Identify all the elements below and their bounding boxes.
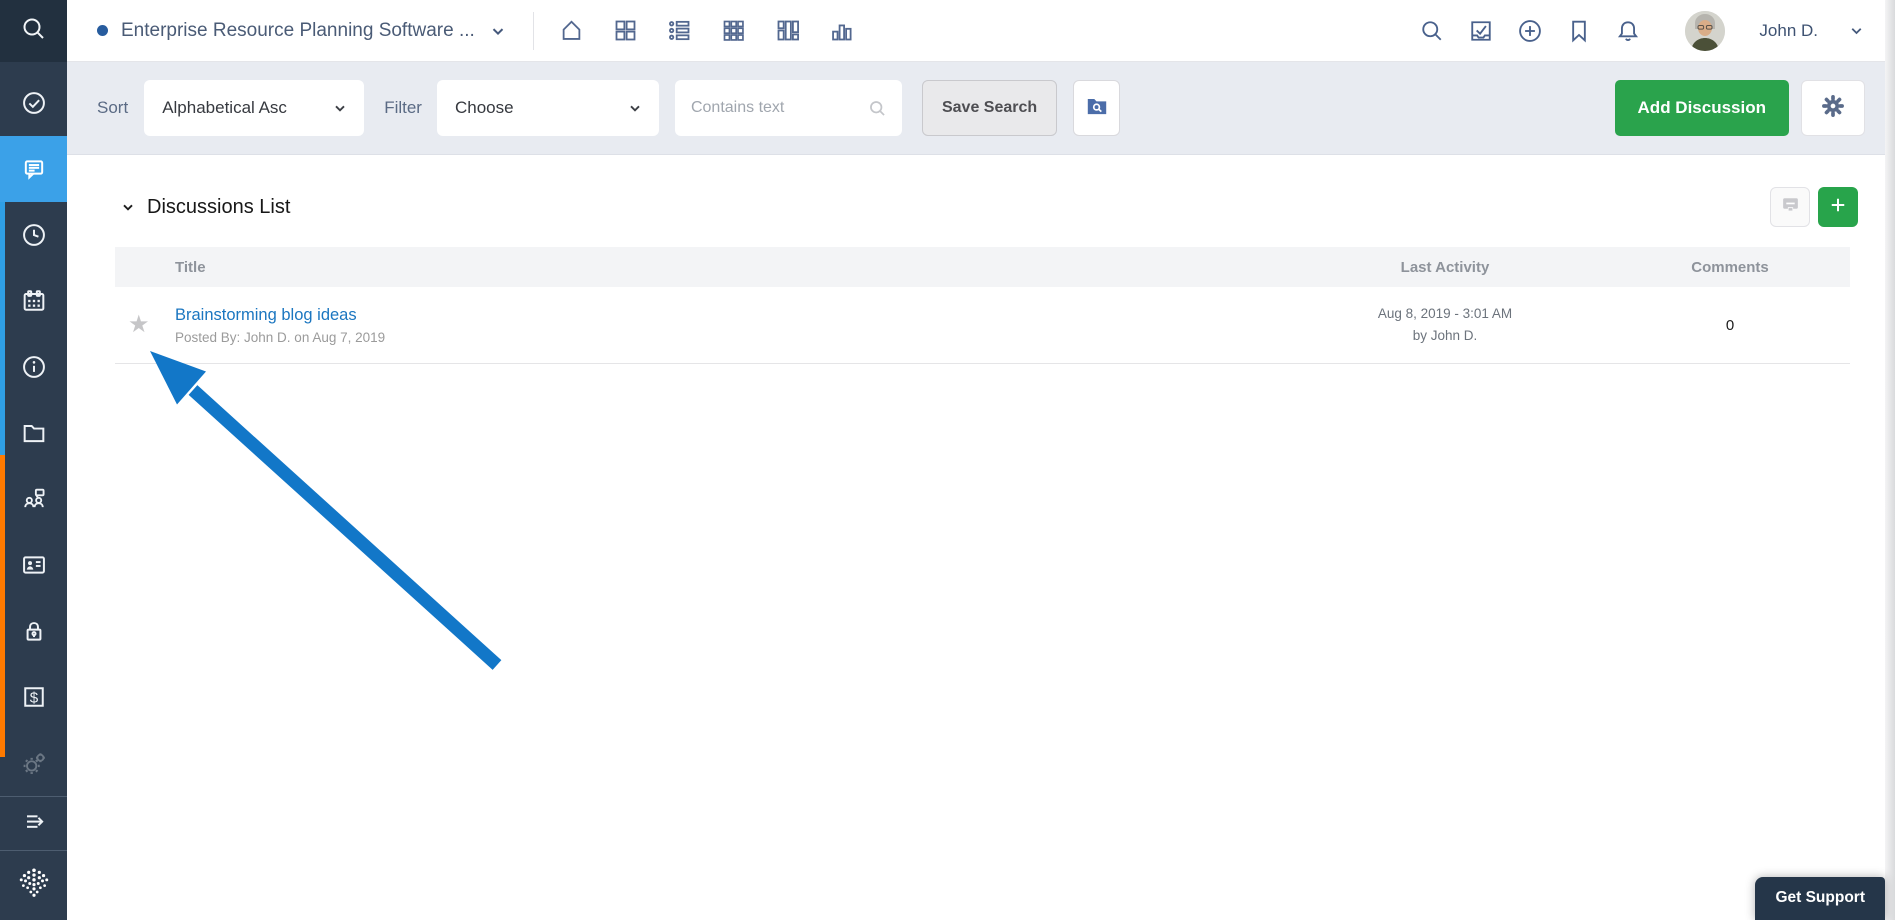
bookmark-icon[interactable] <box>1565 17 1593 45</box>
collapse-panel-chevron-icon[interactable] <box>120 199 136 215</box>
collapse-arrow-icon <box>20 807 48 840</box>
discussion-last-activity: Aug 8, 2019 - 3:01 AM by John D. <box>1280 303 1610 348</box>
chevron-down-icon <box>332 100 348 116</box>
discussion-posted-by: Posted By: John D. on Aug 7, 2019 <box>175 329 386 345</box>
sidebar-item-time[interactable] <box>0 202 67 268</box>
inbox-check-icon[interactable] <box>1467 17 1495 45</box>
sidebar-item-billing[interactable]: $ <box>0 664 67 730</box>
filter-label: Filter <box>384 98 422 117</box>
contact-card-icon <box>20 551 48 579</box>
app-root: $ Enterprise Resource Planning Software … <box>0 0 1895 920</box>
chevron-down-icon[interactable] <box>489 22 507 40</box>
sidebar-section-marker-blue <box>0 202 5 455</box>
project-status-dot <box>97 25 108 36</box>
add-discussion-label: Add Discussion <box>1637 98 1766 117</box>
table-header-row: Title Last Activity Comments <box>115 247 1850 287</box>
sidebar-item-calendar[interactable] <box>0 268 67 334</box>
sidebar: $ <box>0 0 67 920</box>
people-chat-icon <box>20 485 48 513</box>
sidebar-item-contacts[interactable] <box>0 532 67 598</box>
chat-icon <box>20 155 48 183</box>
view-switcher <box>558 17 855 44</box>
svg-text:$: $ <box>29 689 38 706</box>
sidebar-search-button[interactable] <box>0 0 67 62</box>
brand-logo-icon <box>17 866 51 905</box>
add-discussion-button[interactable]: Add Discussion <box>1614 80 1789 136</box>
sort-select[interactable]: Alphabetical Asc <box>144 80 365 136</box>
filter-select[interactable]: Choose <box>436 80 659 136</box>
column-header-comments: Comments <box>1691 258 1769 276</box>
sidebar-brand-logo[interactable] <box>0 851 67 920</box>
column-header-last-activity: Last Activity <box>1400 258 1490 276</box>
chevron-down-icon[interactable] <box>1848 22 1865 39</box>
sidebar-item-settings[interactable] <box>0 730 67 796</box>
plus-icon <box>1828 195 1848 220</box>
plus-circle-icon[interactable] <box>1516 17 1544 45</box>
page-scrollbar[interactable] <box>1885 0 1895 920</box>
discussion-view-button[interactable] <box>1770 187 1810 227</box>
sidebar-item-info[interactable] <box>0 334 67 400</box>
folder-search-icon <box>1084 93 1110 124</box>
sidebar-item-discussions[interactable] <box>0 136 67 202</box>
check-circle-icon <box>20 89 48 117</box>
avatar[interactable] <box>1685 10 1726 51</box>
search-icon <box>18 13 50 50</box>
folder-icon <box>20 419 48 447</box>
last-activity-author: by John D. <box>1412 328 1478 343</box>
lock-icon <box>20 617 48 645</box>
bar-chart-icon[interactable] <box>828 17 855 44</box>
contains-text-field <box>674 80 902 136</box>
topbar: Enterprise Resource Planning Software ..… <box>67 0 1895 62</box>
dollar-icon: $ <box>20 683 48 711</box>
discussions-panel-header: Discussions List <box>67 155 1895 247</box>
table-row: ★ Brainstorming blog ideas Posted By: Jo… <box>115 287 1850 364</box>
search-icon[interactable] <box>867 98 888 119</box>
star-icon[interactable]: ★ <box>115 313 175 337</box>
kanban-columns-icon[interactable] <box>774 17 801 44</box>
sidebar-section-marker-orange <box>0 455 5 757</box>
sidebar-collapse-button[interactable] <box>0 797 67 850</box>
filter-select-value: Choose <box>454 98 514 117</box>
search-icon[interactable] <box>1418 17 1446 45</box>
save-search-label: Save Search <box>941 99 1038 116</box>
list-icon[interactable] <box>666 17 693 44</box>
content-area: Discussions List Title Last Activity Com… <box>67 155 1895 920</box>
settings-button[interactable] <box>1801 80 1865 136</box>
info-icon <box>20 353 48 381</box>
gear-icon <box>1820 93 1846 124</box>
contains-text-input[interactable] <box>690 99 867 117</box>
filter-toolbar: Sort Alphabetical Asc Filter Choose Save… <box>67 62 1895 155</box>
topbar-divider <box>532 11 534 50</box>
gears-icon <box>20 749 48 777</box>
sidebar-item-security[interactable] <box>0 598 67 664</box>
message-square-icon <box>1780 194 1801 220</box>
get-support-button[interactable]: Get Support <box>1755 877 1885 920</box>
sort-label: Sort <box>97 98 129 117</box>
panel-title: Discussions List <box>147 195 291 218</box>
chevron-down-icon <box>627 100 643 116</box>
grid-2x2-icon[interactable] <box>612 17 639 44</box>
sidebar-item-workgroups[interactable] <box>0 466 67 532</box>
user-menu[interactable]: John D. <box>1759 21 1818 41</box>
discussion-comments-count: 0 <box>1725 316 1735 334</box>
sidebar-nav: $ <box>0 70 67 796</box>
save-search-button[interactable]: Save Search <box>921 80 1058 136</box>
column-header-title: Title <box>175 258 206 276</box>
sort-select-value: Alphabetical Asc <box>162 98 287 117</box>
last-activity-datetime: Aug 8, 2019 - 3:01 AM <box>1377 305 1513 321</box>
project-title-dropdown[interactable]: Enterprise Resource Planning Software ..… <box>121 20 475 42</box>
clock-icon <box>20 221 48 249</box>
sidebar-item-documents[interactable] <box>0 400 67 466</box>
calendar-icon <box>20 287 48 315</box>
topbar-actions: John D. <box>1418 10 1865 51</box>
home-icon[interactable] <box>558 17 585 44</box>
bell-icon[interactable] <box>1614 17 1642 45</box>
discussion-title-link[interactable]: Brainstorming blog ideas <box>175 306 385 325</box>
grid-3x3-icon[interactable] <box>720 17 747 44</box>
add-discussion-quick-button[interactable] <box>1818 187 1858 227</box>
saved-searches-button[interactable] <box>1073 80 1121 136</box>
sidebar-item-tasks[interactable] <box>0 70 67 136</box>
discussions-table: Title Last Activity Comments ★ Brainstor… <box>115 247 1850 364</box>
